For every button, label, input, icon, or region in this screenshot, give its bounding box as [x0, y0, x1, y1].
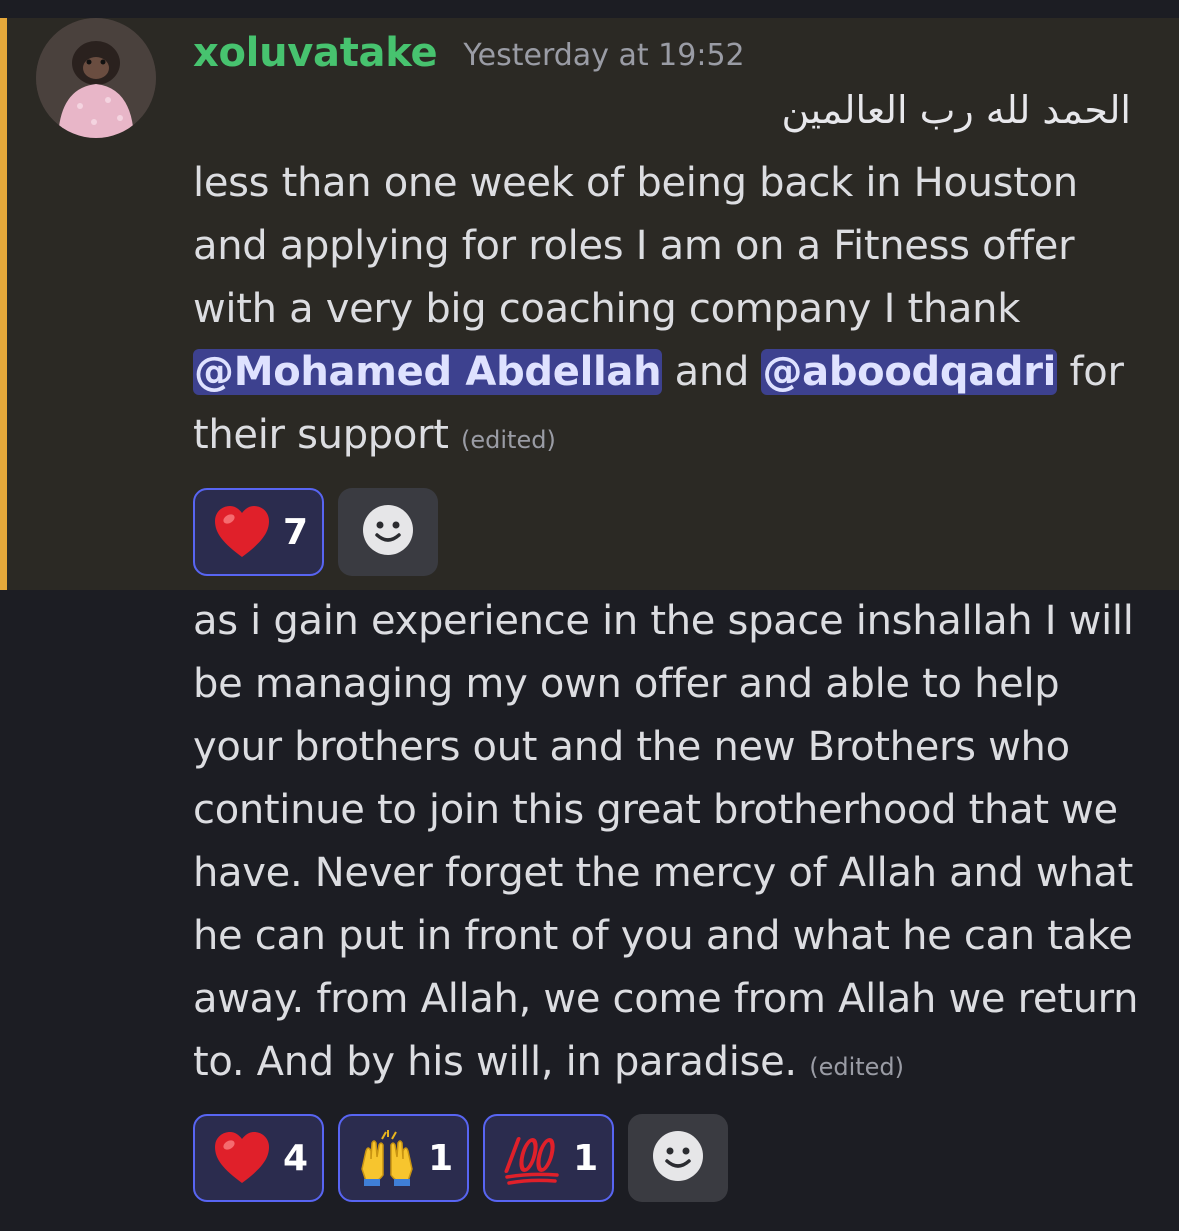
reaction-count: 1 [573, 1137, 599, 1179]
heart-emoji-icon [213, 1129, 271, 1187]
raised-hands-emoji-icon [358, 1129, 416, 1187]
message-header: xoluvatake Yesterday at 19:52 [193, 28, 745, 78]
reaction-hundred[interactable]: 1 [483, 1114, 615, 1202]
message-text-part: less than one week of being back in Hous… [193, 160, 1078, 332]
smiley-icon [652, 1130, 704, 1186]
reaction-heart[interactable]: 7 [193, 488, 325, 576]
avatar[interactable] [36, 18, 156, 138]
user-mention[interactable]: @Mohamed Abdellah [193, 349, 663, 395]
highlight-accent-bar [0, 18, 7, 590]
heart-emoji-icon [213, 503, 271, 561]
edited-label: (edited) [461, 426, 556, 454]
reaction-raised-hands[interactable]: 1 [338, 1114, 470, 1202]
user-mention[interactable]: @aboodqadri [761, 349, 1058, 395]
reaction-heart[interactable]: 4 [193, 1114, 325, 1202]
add-reaction-button[interactable] [338, 488, 439, 576]
username[interactable]: xoluvatake [193, 30, 438, 76]
arabic-text: الحمد لله رب العالمين [781, 88, 1131, 132]
reaction-count: 4 [283, 1137, 309, 1179]
message-text-part: and [662, 349, 762, 395]
reactions-bar: 7 [193, 488, 439, 576]
message-text: as i gain experience in the space inshal… [193, 590, 1153, 1099]
timestamp[interactable]: Yesterday at 19:52 [463, 38, 744, 73]
add-reaction-button[interactable] [628, 1114, 729, 1202]
hundred-points-emoji-icon [503, 1129, 561, 1187]
smiley-icon [362, 504, 414, 560]
chat-view: xoluvatake Yesterday at 19:52 الحمد لله … [0, 0, 1179, 1231]
reaction-count: 7 [283, 511, 309, 553]
reaction-count: 1 [428, 1137, 454, 1179]
message-text: less than one week of being back in Hous… [193, 152, 1153, 472]
edited-label: (edited) [809, 1053, 905, 1081]
reactions-bar: 4 1 1 [193, 1114, 729, 1202]
message-text-part: as i gain experience in the space inshal… [193, 598, 1139, 1085]
